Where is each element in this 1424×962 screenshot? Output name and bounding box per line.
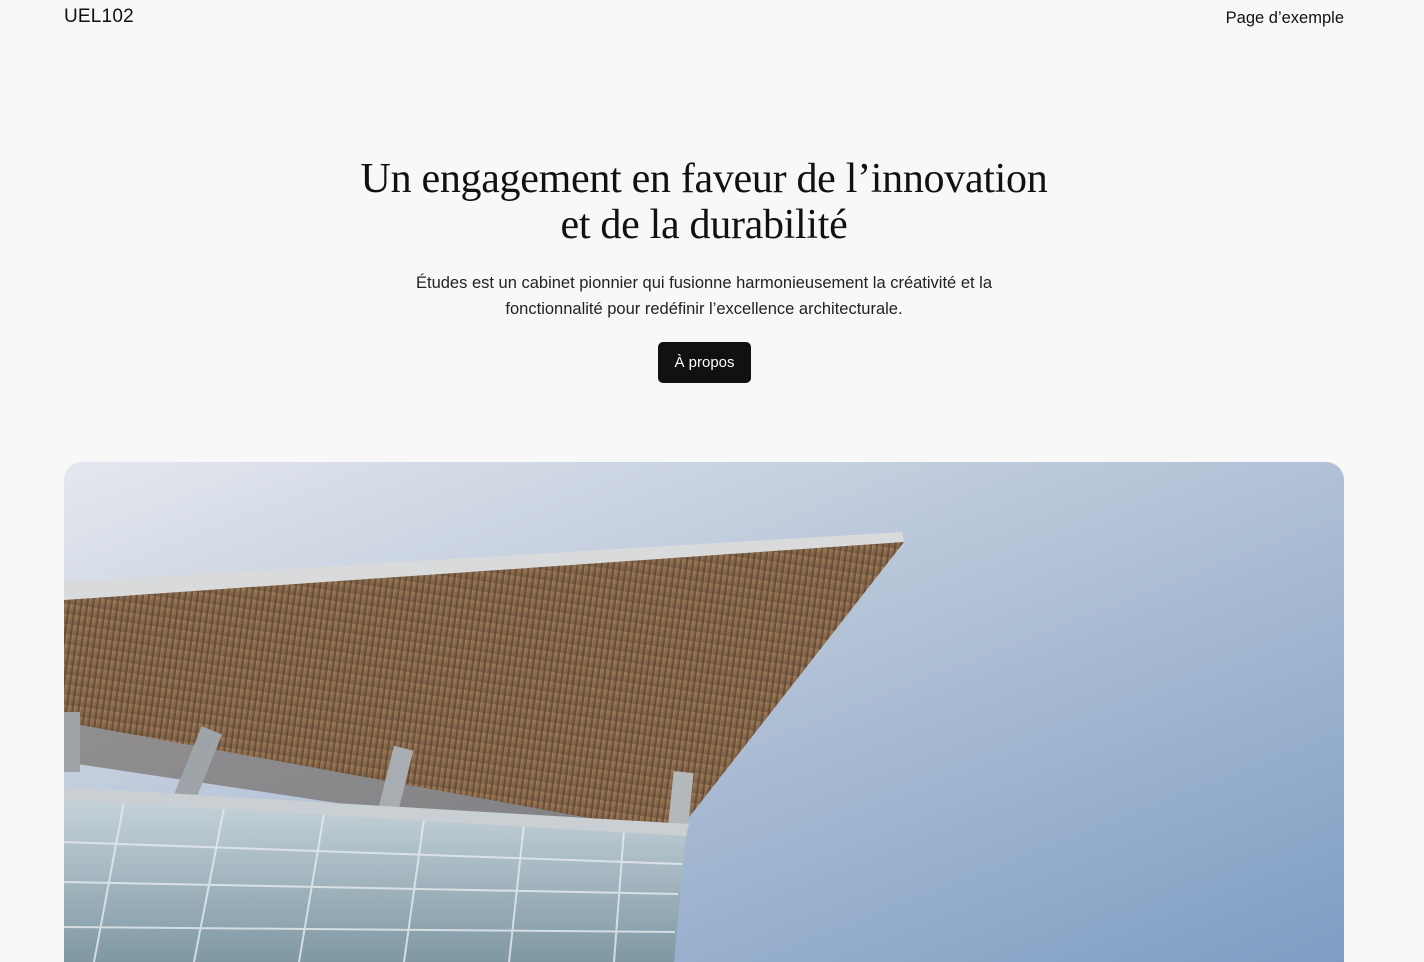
hero-subtitle: Études est un cabinet pionnier qui fusio… <box>415 274 993 318</box>
site-title-link[interactable]: UEL102 <box>64 6 134 28</box>
hero-image <box>64 462 1344 962</box>
building-photo <box>64 462 1344 962</box>
about-button[interactable]: À propos <box>658 342 751 383</box>
site-header: UEL102 Page d’exemple <box>0 0 1424 40</box>
hero-title: Un engagement en faveur de l’innovation … <box>360 156 1048 248</box>
nav-link-sample-page[interactable]: Page d’exemple <box>1226 9 1344 28</box>
